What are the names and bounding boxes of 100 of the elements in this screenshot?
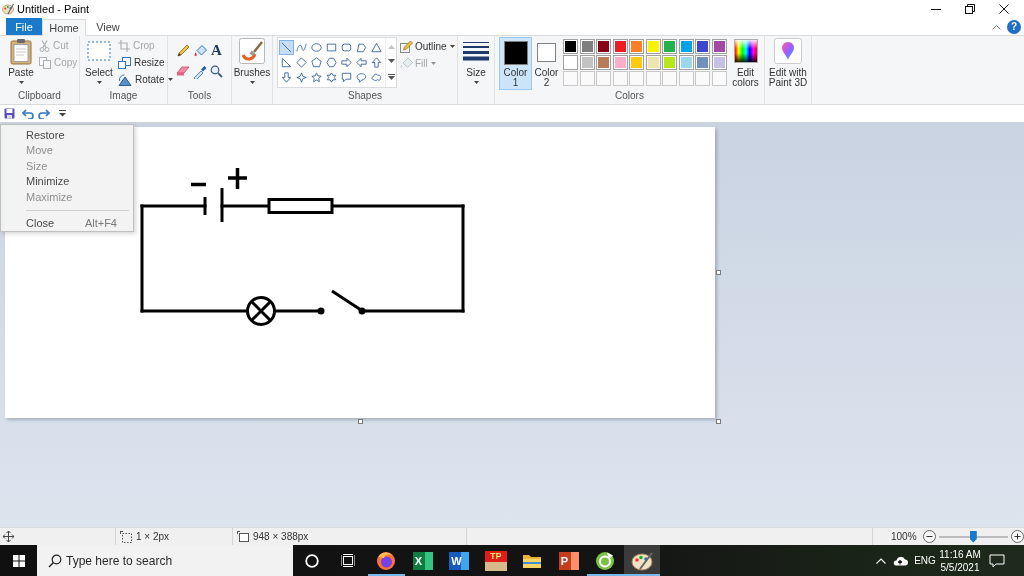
- file-menu-button[interactable]: File: [6, 18, 42, 35]
- shortcut-label: Alt+F4: [84, 217, 117, 230]
- oval-callout-icon[interactable]: [354, 70, 369, 85]
- redo-icon[interactable]: [37, 108, 50, 119]
- swatch-icon[interactable]: [645, 55, 661, 70]
- triangle-icon[interactable]: [369, 40, 384, 55]
- eyedropper-icon[interactable]: [192, 64, 207, 79]
- resize-button[interactable]: Resize: [116, 54, 176, 71]
- swatch-icon[interactable]: [645, 39, 661, 54]
- swatch-icon[interactable]: [563, 55, 578, 70]
- outline-button[interactable]: Outline: [399, 38, 456, 55]
- ribbon-tab[interactable]: View: [86, 18, 130, 35]
- spectrum-icon: [733, 39, 758, 63]
- brushes-button[interactable]: Brushes: [232, 36, 272, 84]
- resize-handle[interactable]: [716, 270, 721, 275]
- swatch-icon[interactable]: [711, 55, 727, 70]
- swatch-icon[interactable]: [629, 55, 644, 70]
- swatch-icon[interactable]: [678, 39, 694, 54]
- swatch-icon[interactable]: [612, 39, 628, 54]
- slider-thumb[interactable]: [969, 530, 977, 543]
- swatch-icon[interactable]: [678, 55, 694, 70]
- swatch-icon[interactable]: [711, 39, 727, 54]
- up-arrow-icon[interactable]: [369, 55, 384, 70]
- menu-item[interactable]: Close: [26, 217, 55, 230]
- menu-item[interactable]: Minimize: [26, 175, 70, 188]
- zoom-out-icon[interactable]: [922, 530, 936, 543]
- select-button[interactable]: Select: [82, 36, 116, 84]
- paint-3d-button[interactable]: Edit with Paint 3D: [765, 36, 811, 88]
- color-slot[interactable]: Color 1: [499, 37, 532, 90]
- swatch-icon[interactable]: [596, 55, 611, 70]
- spreadsheet-icon: X: [412, 551, 433, 570]
- circle-icon: [304, 553, 319, 568]
- size-button[interactable]: Size: [458, 36, 494, 84]
- undo-icon[interactable]: [22, 108, 35, 119]
- swatch-icon[interactable]: [563, 39, 578, 54]
- speech-bubble-icon: [989, 553, 1005, 568]
- rotate-button[interactable]: Rotate: [116, 71, 176, 88]
- rectangle-icon[interactable]: [324, 40, 339, 55]
- diamond-icon[interactable]: [294, 55, 309, 70]
- zoom-slider[interactable]: [938, 530, 1008, 543]
- dashed-rectangle-icon: [87, 41, 111, 61]
- search-field[interactable]: Type here to search: [37, 545, 293, 576]
- swatch-icon[interactable]: [662, 39, 677, 54]
- canvas-size: 948 × 388px: [253, 531, 309, 542]
- pentagon-icon[interactable]: [309, 55, 324, 70]
- caret-icon: [18, 81, 24, 84]
- palette-icon: [630, 550, 653, 571]
- swatch-icon[interactable]: [579, 55, 595, 70]
- eraser-icon[interactable]: [175, 66, 190, 77]
- polygon-icon[interactable]: [354, 40, 369, 55]
- save-icon[interactable]: [4, 108, 15, 119]
- language-indicator[interactable]: ENG: [910, 545, 940, 576]
- swatch-icon[interactable]: [596, 39, 611, 54]
- line-icon[interactable]: [279, 40, 294, 55]
- swatch-icon[interactable]: [662, 55, 677, 70]
- swatch-icon[interactable]: [612, 55, 628, 70]
- swatch-icon[interactable]: [579, 39, 595, 54]
- right-triangle-icon[interactable]: [279, 55, 294, 70]
- pencil-icon[interactable]: [175, 43, 190, 58]
- four-point-star-icon[interactable]: [294, 70, 309, 85]
- taskbar-app-button[interactable]: [623, 545, 660, 576]
- help-button[interactable]: ?: [1007, 19, 1021, 34]
- scroll-down-icon[interactable]: [387, 59, 395, 64]
- swatch-icon[interactable]: [629, 39, 644, 54]
- resize-handle[interactable]: [716, 419, 721, 424]
- lamp-symbol: [246, 296, 276, 326]
- down-arrow-icon[interactable]: [279, 70, 294, 85]
- taskbar-app-button[interactable]: X: [404, 545, 441, 576]
- magnifier-icon[interactable]: [210, 65, 223, 78]
- swatch-icon[interactable]: [695, 55, 710, 70]
- battery-symbol: [203, 188, 224, 222]
- taskbar-app-button[interactable]: P: [550, 545, 587, 576]
- rectangle-callout-icon[interactable]: [339, 70, 354, 85]
- swatch-icon[interactable]: [695, 39, 710, 54]
- hexagon-icon[interactable]: [324, 55, 339, 70]
- outline-icon: [400, 40, 413, 53]
- paste-button[interactable]: Paste: [5, 36, 37, 84]
- five-point-star-icon[interactable]: [309, 70, 324, 85]
- left-arrow-icon[interactable]: [354, 55, 369, 70]
- ribbon-tab[interactable]: Home: [42, 19, 86, 36]
- caret-icon: [473, 81, 479, 84]
- menu-item[interactable]: Restore: [26, 128, 65, 141]
- chevron-up-icon[interactable]: [992, 23, 1001, 30]
- task-view-icon: [341, 554, 355, 567]
- paint-bucket-icon[interactable]: [192, 43, 207, 58]
- switch-symbol: [317, 289, 366, 315]
- taskbar-app-button[interactable]: W: [441, 545, 478, 576]
- color-slot[interactable]: Color 2: [532, 37, 561, 90]
- expand-icon[interactable]: [387, 73, 395, 80]
- edit-colors-button[interactable]: Edit colors: [728, 36, 763, 88]
- resize-handle[interactable]: [358, 419, 363, 424]
- document-icon: W: [449, 551, 470, 570]
- taskbar-app-button[interactable]: TP: [477, 545, 514, 576]
- zoom-in-icon[interactable]: [1011, 530, 1024, 543]
- right-arrow-icon[interactable]: [339, 55, 354, 70]
- crop-icon: [118, 39, 130, 52]
- caret-icon: [249, 81, 255, 84]
- six-point-star-icon[interactable]: [324, 70, 339, 85]
- dropdown-icon[interactable]: [59, 110, 66, 117]
- text-tool-button[interactable]: A: [211, 43, 222, 58]
